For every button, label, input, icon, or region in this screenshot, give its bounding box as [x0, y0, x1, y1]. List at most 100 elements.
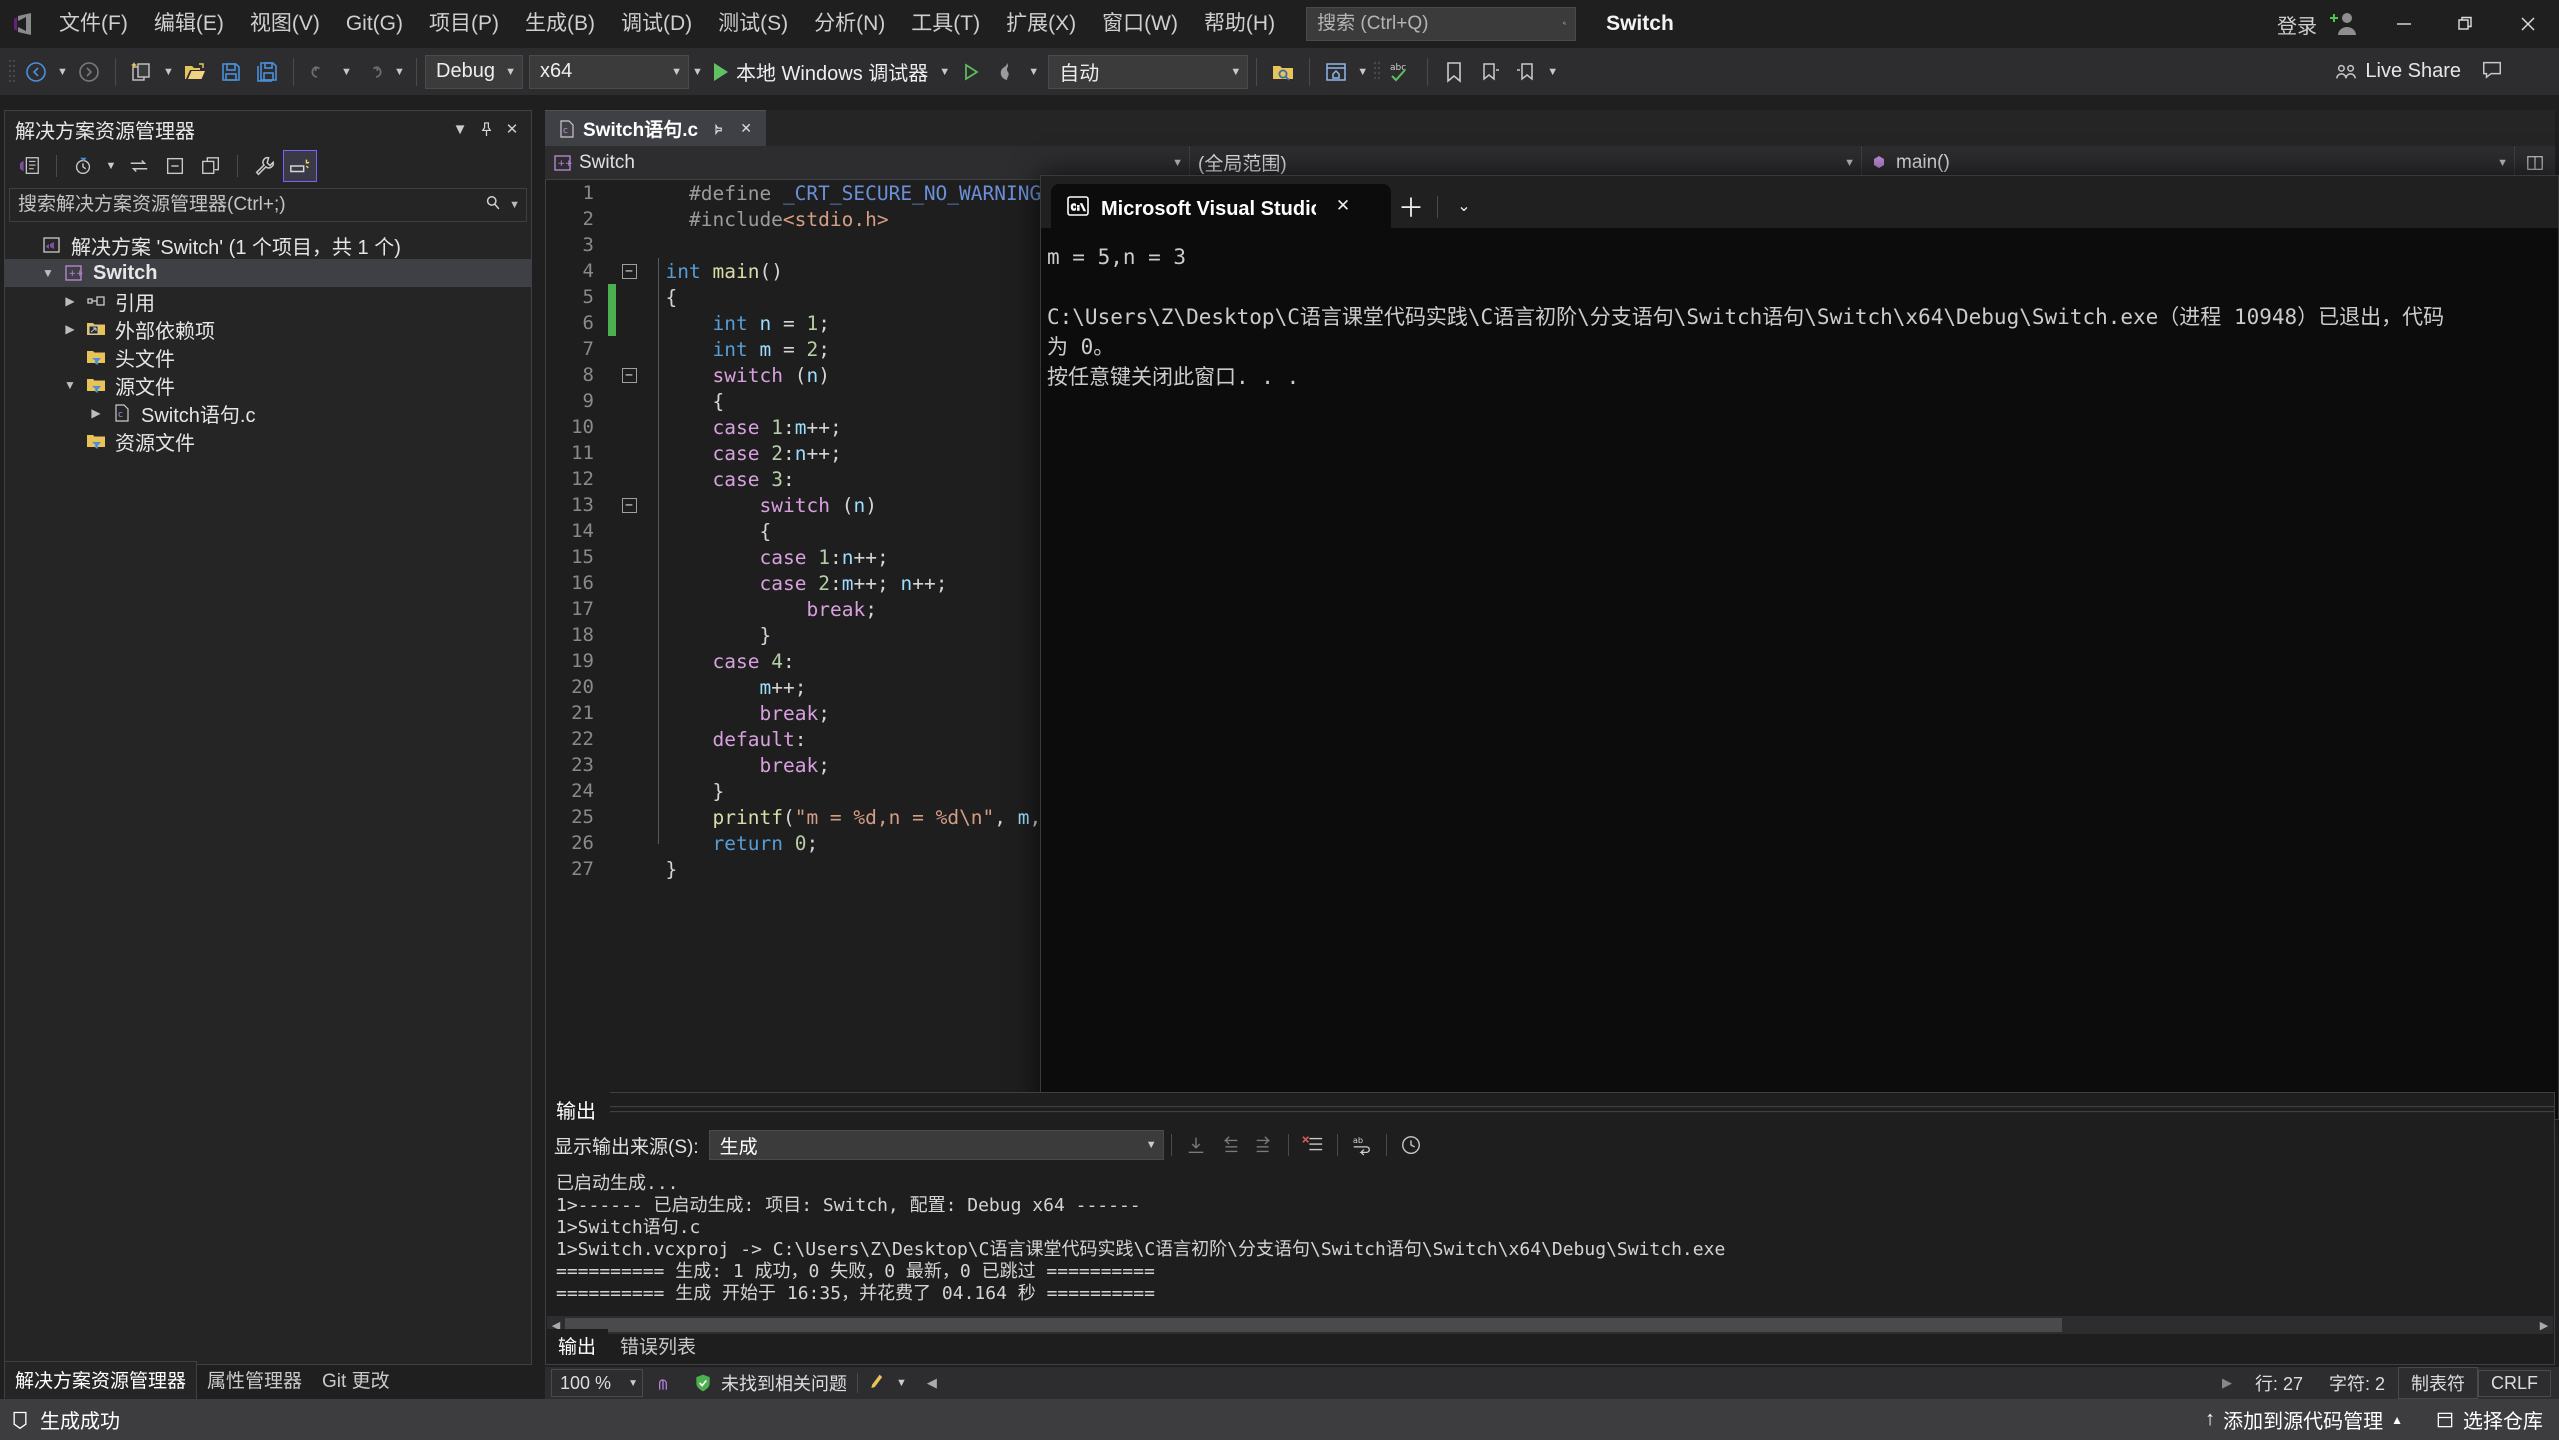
home-window-icon[interactable]	[1318, 55, 1354, 89]
new-project-dropdown[interactable]: ▼	[160, 55, 177, 89]
start-without-debugging-icon[interactable]	[953, 55, 989, 89]
fold-toggle[interactable]: −	[616, 367, 642, 383]
previous-message-icon[interactable]	[1213, 1129, 1247, 1161]
search-options-chevron-icon[interactable]: ▼	[509, 199, 520, 211]
search-input[interactable]	[1317, 13, 1563, 35]
solution-platform-combo[interactable]: x64 ▼	[529, 54, 689, 89]
close-panel-icon[interactable]: ✕	[499, 116, 525, 142]
tab-property-manager[interactable]: 属性管理器	[197, 1362, 312, 1399]
toolbar-grip-2[interactable]	[1371, 57, 1383, 87]
scroll-left-status[interactable]: ◀	[917, 1367, 947, 1399]
scroll-right-icon[interactable]: ▶	[2222, 1375, 2232, 1391]
debug-target-combo[interactable]: 自动 ▼	[1048, 54, 1249, 89]
code-view-icon[interactable]	[13, 150, 47, 182]
clear-output-icon[interactable]	[1296, 1129, 1330, 1161]
start-debugging-dropdown[interactable]: ▼	[936, 55, 953, 89]
tree-item-resource-files[interactable]: 资源文件	[5, 427, 531, 455]
menu-extensions[interactable]: 扩展(X)	[993, 0, 1089, 48]
solution-explorer-search-box[interactable]: ▼	[9, 188, 527, 222]
properties-wrench-icon[interactable]	[247, 150, 281, 182]
sign-in-button[interactable]: 登录	[2271, 10, 2323, 39]
close-console-tab-icon[interactable]: ✕	[1326, 191, 1360, 221]
scroll-left-icon[interactable]: ◀	[927, 1375, 937, 1391]
scroll-thumb[interactable]	[565, 1318, 2063, 1332]
menu-git[interactable]: Git(G)	[333, 0, 416, 48]
pin-icon[interactable]	[473, 116, 499, 142]
scroll-right-status[interactable]: ▶	[2212, 1367, 2242, 1399]
output-horizontal-scrollbar[interactable]: ◀ ▶	[547, 1316, 2553, 1334]
minimize-button[interactable]	[2373, 0, 2435, 48]
twisty[interactable]: ▶	[57, 294, 83, 308]
save-all-icon[interactable]	[249, 55, 285, 89]
menu-project[interactable]: 项目(P)	[416, 0, 512, 48]
twisty[interactable]: ▼	[35, 266, 61, 280]
menu-edit[interactable]: 编辑(E)	[141, 0, 237, 48]
save-icon[interactable]	[213, 55, 249, 89]
console-tab-dropdown-icon[interactable]: ⌄	[1444, 184, 1484, 228]
solution-configuration-combo[interactable]: Debug ▼	[425, 54, 523, 89]
twisty[interactable]: ▼	[57, 378, 83, 392]
undo-icon[interactable]	[302, 55, 338, 89]
tab-git-changes[interactable]: Git 更改	[312, 1362, 400, 1399]
line-ending-label[interactable]: CRLF	[2477, 1369, 2551, 1397]
issues-status[interactable]: 未找到相关问题	[683, 1367, 857, 1399]
preview-selected-items-icon[interactable]	[283, 150, 317, 182]
twisty[interactable]: ▶	[57, 322, 83, 336]
menu-tools[interactable]: 工具(T)	[898, 0, 993, 48]
tree-item-solution[interactable]: 解决方案 'Switch' (1 个项目，共 1 个)	[5, 231, 531, 259]
window-layout-dropdown[interactable]: ▼	[1354, 55, 1371, 89]
menu-view[interactable]: 视图(V)	[237, 0, 333, 48]
solution-explorer-search-input[interactable]	[18, 194, 484, 216]
tree-item-header-files[interactable]: 头文件	[5, 343, 531, 371]
global-search-box[interactable]	[1306, 7, 1577, 41]
tree-item-external-dependencies[interactable]: ▶ 外部依赖项	[5, 315, 531, 343]
select-repository-button[interactable]: 选择仓库	[2419, 1399, 2559, 1440]
live-share-button[interactable]: Live Share	[2335, 48, 2503, 95]
platform-extra-dropdown[interactable]: ▼	[689, 55, 706, 89]
scroll-track[interactable]	[565, 1316, 2535, 1334]
panel-menu-chevron-icon[interactable]: ▼	[447, 116, 473, 142]
pin-tab-icon[interactable]	[704, 117, 728, 141]
debug-console-window[interactable]: C:\ Microsoft Visual Studio 调试控 ✕ ＋ ⌄ m …	[1040, 175, 2559, 1120]
console-tab[interactable]: C:\ Microsoft Visual Studio 调试控 ✕	[1051, 184, 1391, 228]
collapse-all-icon[interactable]	[158, 150, 192, 182]
tree-item-source-files[interactable]: ▼ 源文件	[5, 371, 531, 399]
tree-item-project-switch[interactable]: ▼ ++ Switch	[5, 259, 531, 287]
start-debugging-button[interactable]: 本地 Windows 调试器	[706, 55, 936, 89]
tab-error-list[interactable]: 错误列表	[608, 1329, 708, 1364]
sync-with-active-document-icon[interactable]	[122, 150, 156, 182]
output-source-combo[interactable]: 生成 ▼	[708, 1130, 1164, 1160]
bookmark-overflow-dropdown[interactable]: ▼	[1544, 55, 1561, 89]
feedback-icon[interactable]	[2481, 58, 2503, 86]
next-bookmark-icon[interactable]	[1508, 55, 1544, 89]
split-editor-icon[interactable]	[2515, 154, 2555, 172]
indent-mode-label[interactable]: 制表符	[2397, 1367, 2478, 1399]
navigate-backward-icon[interactable]	[18, 55, 54, 89]
menu-analyze[interactable]: 分析(N)	[801, 0, 898, 48]
output-panel-drag-grip[interactable]	[610, 1103, 2554, 1117]
fold-toggle[interactable]: −	[616, 497, 642, 513]
navigate-forward-icon[interactable]	[71, 55, 107, 89]
redo-icon[interactable]	[355, 55, 391, 89]
menu-file[interactable]: 文件(F)	[46, 0, 141, 48]
new-console-tab-icon[interactable]: ＋	[1391, 184, 1431, 228]
zoom-level-combo[interactable]: 100 % ▼	[551, 1369, 643, 1397]
new-project-icon[interactable]	[124, 55, 160, 89]
undo-dropdown[interactable]: ▼	[338, 55, 355, 89]
hot-reload-dropdown[interactable]: ▼	[1025, 55, 1042, 89]
menu-help[interactable]: 帮助(H)	[1191, 0, 1288, 48]
intellicode-status[interactable]	[643, 1367, 683, 1399]
spell-check-icon[interactable]: abc	[1383, 55, 1419, 89]
toggle-word-wrap-icon[interactable]: ab	[1345, 1129, 1379, 1161]
navigate-backward-dropdown[interactable]: ▼	[54, 55, 71, 89]
close-window-button[interactable]	[2497, 0, 2559, 48]
menu-build[interactable]: 生成(B)	[512, 0, 608, 48]
search-in-files-icon[interactable]	[1265, 55, 1301, 89]
hot-reload-icon[interactable]	[989, 55, 1025, 89]
add-account-icon[interactable]	[2327, 9, 2361, 39]
maximize-restore-button[interactable]	[2435, 0, 2497, 48]
toolbar-grip[interactable]	[6, 57, 18, 87]
code-cleanup-status[interactable]: ▼	[858, 1367, 917, 1399]
tree-item-switch-source-file[interactable]: ▶ c Switch语句.c	[5, 399, 531, 427]
open-file-icon[interactable]	[177, 55, 213, 89]
